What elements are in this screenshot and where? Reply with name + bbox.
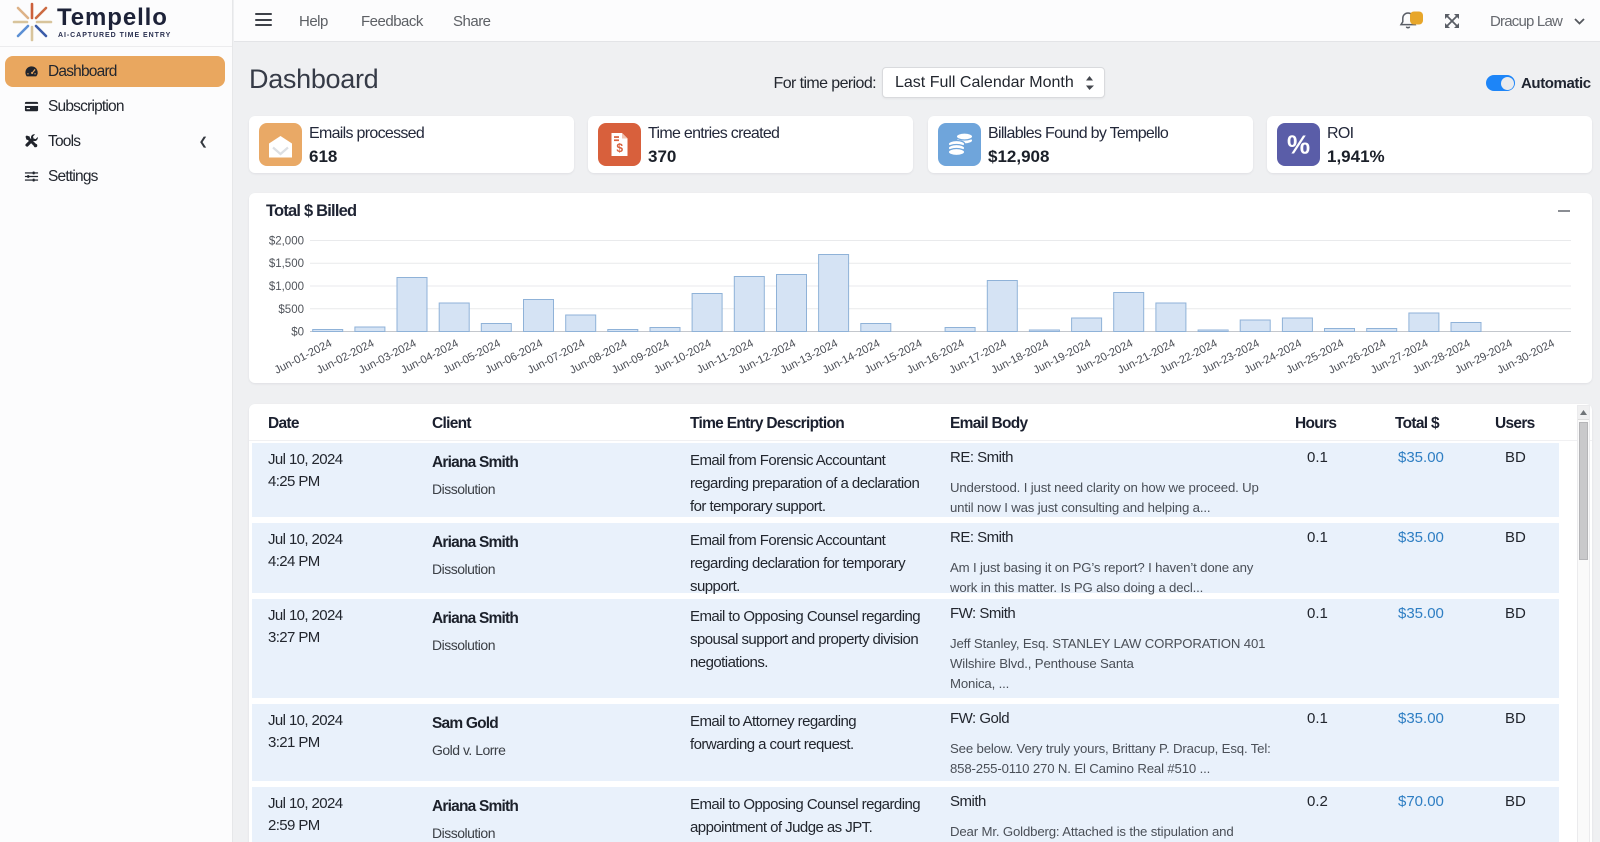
svg-text:$0: $0 [291,327,304,339]
svg-text:%: % [1287,130,1310,160]
svg-text:$1,500: $1,500 [269,258,304,270]
svg-text:$2,000: $2,000 [269,236,304,248]
svg-text:$: $ [616,141,623,155]
svg-text:$1,000: $1,000 [269,281,304,293]
svg-text:$500: $500 [278,304,304,316]
